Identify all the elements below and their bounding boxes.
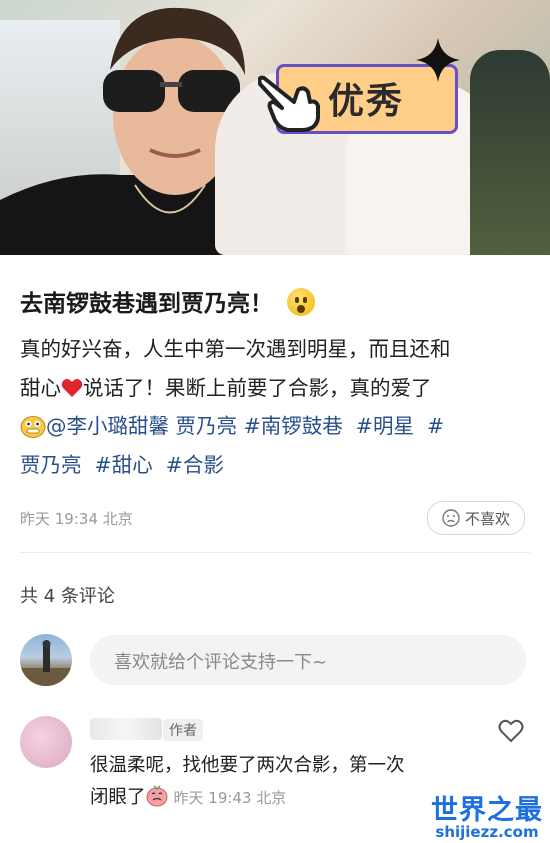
avatar	[20, 634, 72, 686]
hashtag-link[interactable]: #合影	[166, 453, 224, 477]
post-meta: 昨天 19:34 北京	[20, 510, 133, 528]
dislike-label: 不喜欢	[464, 509, 510, 528]
comment-time: 昨天 19:43 北京	[173, 789, 287, 807]
mention-name-link[interactable]: 贾乃亮	[176, 414, 238, 438]
dislike-button[interactable]: 不喜欢	[427, 501, 525, 535]
watermark-cn: 世界之最	[431, 795, 543, 826]
heart-outline-icon[interactable]	[498, 719, 524, 743]
comment-text-line: 很温柔呢，找他要了两次合影，第一次	[90, 755, 405, 776]
author-badge: 作者	[163, 719, 203, 741]
grimace-emoji-icon	[20, 416, 46, 438]
comment-avatar[interactable]	[20, 716, 72, 768]
comment-input[interactable]: 喜欢就给个评论支持一下~	[90, 635, 526, 685]
hashtag-link[interactable]: #南锣鼓巷	[244, 414, 343, 438]
hashtag-link[interactable]: 贾乃亮	[20, 453, 82, 477]
post-title: 去南锣鼓巷遇到贾乃亮！	[20, 284, 315, 318]
crying-emoji-icon	[146, 785, 168, 807]
pointing-hand-icon	[258, 75, 320, 132]
comment-input-placeholder: 喜欢就给个评论支持一下~	[114, 652, 328, 673]
avatar-image	[20, 640, 72, 686]
sparkle-icon	[416, 38, 460, 82]
comment-username-blurred[interactable]	[90, 718, 162, 740]
hashtag-link[interactable]: #明星	[356, 414, 414, 438]
post-body-line: 真的好兴奋，人生中第一次遇到明星，而且还和	[20, 337, 451, 361]
post-body-text: 甜心	[20, 375, 61, 400]
post-body: 真的好兴奋，人生中第一次遇到明星，而且还和 甜心 说话了！果断上前要了合影，真的爱…	[20, 330, 535, 484]
watermark-en: shijiezz.com	[435, 823, 539, 841]
sticker-text: 优秀	[328, 81, 405, 122]
site-watermark: 世界之最 shijiezz.com	[428, 788, 546, 841]
hashtag-link[interactable]: #	[427, 414, 444, 438]
surprised-face-icon	[287, 288, 315, 316]
sad-face-icon	[442, 509, 460, 527]
post-photo[interactable]: 优秀	[0, 0, 550, 255]
comment-text: 很温柔呢，找他要了两次合影，第一次 闭眼了 昨天 19:43 北京	[90, 750, 470, 814]
mention-link[interactable]: @李小璐甜馨	[46, 414, 169, 438]
divider	[20, 552, 530, 553]
photo-bystander	[470, 50, 550, 255]
post-body-text: 说话了！果断上前要了合影，真的爱了	[83, 375, 432, 400]
post-title-text: 去南锣鼓巷遇到贾乃亮！	[20, 291, 273, 317]
hashtag-link[interactable]: #甜心	[95, 453, 153, 477]
comment-text-line: 闭眼了	[90, 787, 146, 808]
excellent-sticker: 优秀	[258, 38, 460, 134]
comment-count: 共 4 条评论	[20, 586, 115, 607]
red-heart-icon	[61, 378, 83, 397]
